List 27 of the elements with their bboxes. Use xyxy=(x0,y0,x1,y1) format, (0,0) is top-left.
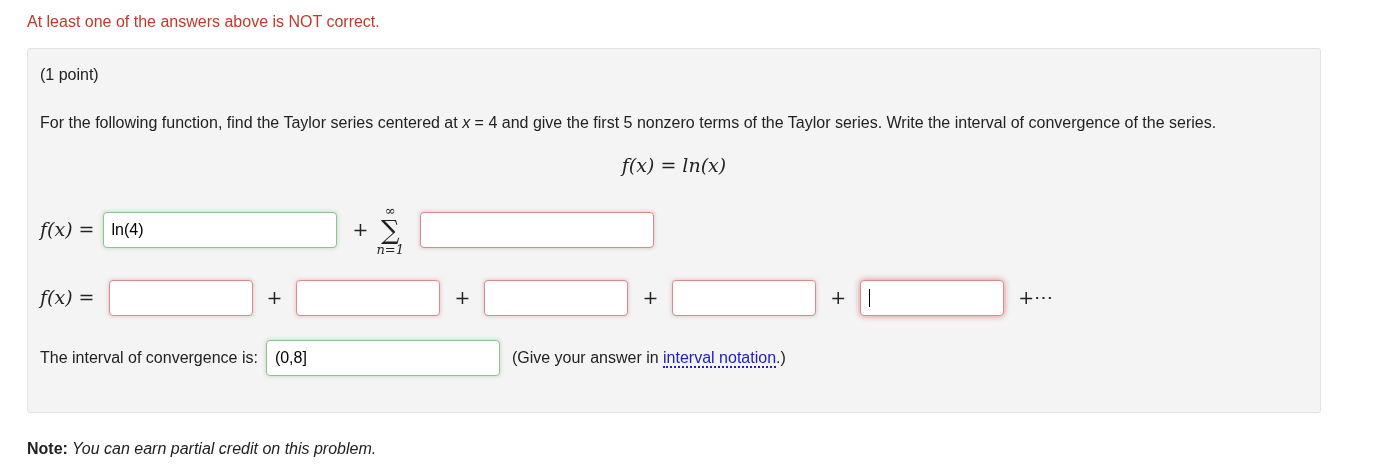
note-text: Note: You can earn partial credit on this problem. xyxy=(27,438,378,459)
interval-label: The interval of convergence is: xyxy=(40,347,258,368)
answer-field[interactable] xyxy=(420,211,654,248)
plus-sign: + xyxy=(352,217,369,243)
answer-field[interactable]: (0,8] xyxy=(265,339,500,376)
sum-symbol: ∑ xyxy=(380,216,400,243)
equation-lhs: f(x) = xyxy=(40,217,95,243)
interval-notation-link[interactable]: interval notation xyxy=(663,348,777,368)
answer-hint: (Give your answer in interval notation.) xyxy=(511,347,786,370)
answer-field[interactable] xyxy=(296,279,441,316)
answer-field[interactable]: ln(4) xyxy=(102,211,337,248)
plus-sign: + xyxy=(830,285,847,311)
problem-statement: For the following function, find the Taylor series centered at x = 4 and give the first 5 nonzero terms of the Taylor series. Write the interval of convergence of the series. xyxy=(40,113,1218,133)
answer-field[interactable] xyxy=(108,279,253,316)
plus-sign: + xyxy=(266,285,283,311)
plus-sign: + xyxy=(454,285,471,311)
plus-sign: +⋯ xyxy=(1018,285,1054,311)
answer-field[interactable] xyxy=(860,279,1005,316)
answer-field[interactable] xyxy=(672,279,817,316)
sum-upper-limit: ∞ xyxy=(384,203,396,217)
answer-field[interactable] xyxy=(484,279,629,316)
equation-lhs: f(x) = xyxy=(40,285,95,311)
formula: f(x) = ln(x) xyxy=(621,153,727,178)
text-cursor xyxy=(869,288,871,307)
alert-message: At least one of the answers above is NOT correct. xyxy=(27,12,381,32)
plus-sign: + xyxy=(642,285,659,311)
points-label: (1 point) xyxy=(40,65,100,85)
